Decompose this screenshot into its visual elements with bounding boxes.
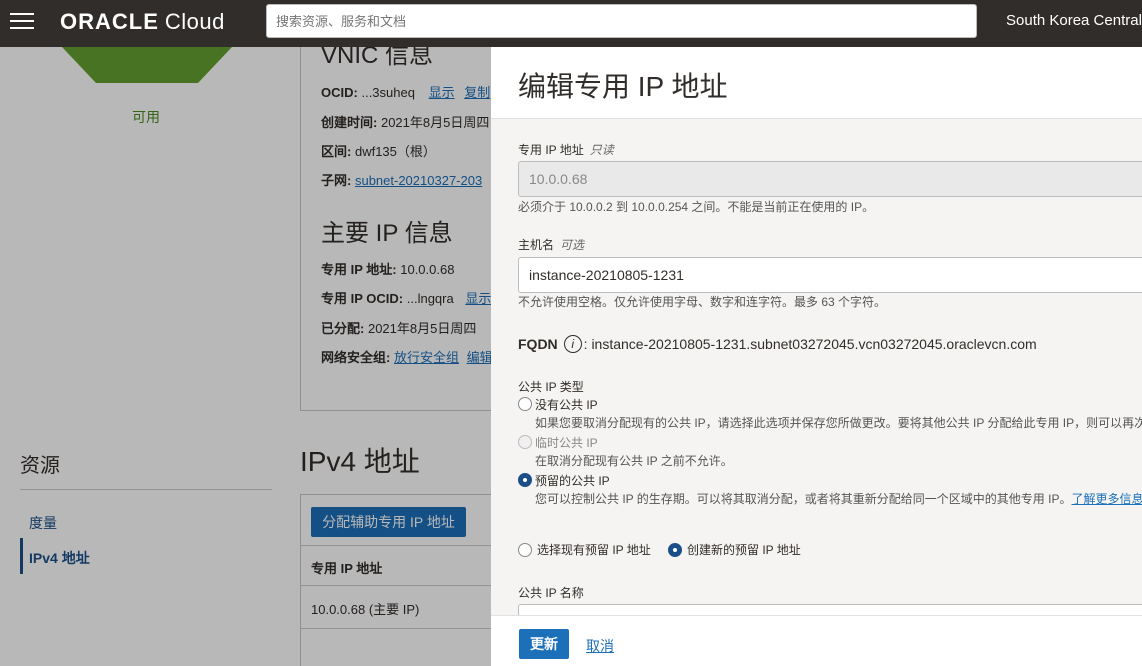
hostname-label-text: 主机名 (518, 238, 555, 252)
modal-overlay[interactable] (0, 47, 491, 666)
hostname-hint: 不允许使用空格。仅允许使用字母、数字和连字符。最多 63 个字符。 (518, 295, 887, 309)
hostname-input[interactable] (518, 257, 1142, 293)
cancel-link[interactable]: 取消 (586, 636, 614, 656)
radio-ephemeral-public-ip[interactable]: 临时公共 IP 在取消分配现有公共 IP 之前不允许。 (518, 434, 733, 469)
radio-reserved-desc: 您可以控制公共 IP 的生存期。可以将其取消分配，或者将其重新分配给同一个区域中… (535, 490, 1142, 507)
radio-button[interactable] (518, 435, 532, 449)
menu-icon[interactable] (10, 13, 34, 31)
fqdn-value: : instance-20210805-1231.subnet03272045.… (583, 336, 1037, 352)
radio-reserved-label: 预留的公共 IP (535, 474, 610, 488)
radio-ephemeral-label: 临时公共 IP (535, 436, 598, 450)
radio-reserved-desc-text: 您可以控制公共 IP 的生存期。可以将其取消分配，或者将其重新分配给同一个区域中… (535, 492, 1072, 506)
private-ip-field-label: 专用 IP 地址 只读 (518, 141, 614, 158)
update-button[interactable]: 更新 (519, 629, 569, 659)
hostname-field-label: 主机名 可选 (518, 236, 584, 253)
edit-private-ip-panel: 编辑专用 IP 地址 专用 IP 地址只读 必须介于 10.0.0.2 到 10… (491, 47, 1142, 666)
radio-existing-label: 选择现有预留 IP 地址 (537, 543, 651, 557)
public-ip-name-label: 公共 IP 名称 (518, 586, 584, 600)
radio-reserved-public-ip[interactable]: 预留的公共 IP 您可以控制公共 IP 的生存期。可以将其取消分配，或者将其重新… (518, 472, 1142, 507)
radio-button-selected[interactable] (668, 542, 682, 557)
radio-no-public-ip-label: 没有公共 IP (535, 398, 598, 412)
fqdn-row: FQDN i : instance-20210805-1231.subnet03… (518, 335, 1037, 353)
radio-button-selected[interactable] (518, 473, 532, 487)
panel-title: 编辑专用 IP 地址 (518, 71, 728, 102)
oracle-cloud-logo[interactable]: ORACLE Cloud (60, 9, 225, 35)
radio-ephemeral-desc: 在取消分配现有公共 IP 之前不允许。 (535, 454, 733, 468)
radio-no-public-ip-desc: 如果您要取消分配现有的公共 IP，请选择此选项并保存您所做更改。要将其他公共 I… (535, 416, 1142, 430)
search-input[interactable] (266, 4, 977, 38)
radio-button[interactable] (518, 542, 532, 557)
region-selector[interactable]: South Korea Central (1006, 12, 1142, 29)
logo-product: Cloud (164, 9, 225, 34)
fqdn-label: FQDN (518, 336, 558, 352)
public-ip-name-input[interactable] (518, 604, 1142, 615)
radio-no-public-ip[interactable]: 没有公共 IP 如果您要取消分配现有的公共 IP，请选择此选项并保存您所做更改。… (518, 396, 1142, 431)
panel-body[interactable]: 专用 IP 地址只读 必须介于 10.0.0.2 到 10.0.0.254 之间… (491, 119, 1142, 615)
learn-more-link[interactable]: 了解更多信息 (1071, 492, 1142, 506)
info-icon[interactable]: i (563, 335, 582, 353)
optional-tag: 可选 (560, 238, 585, 252)
private-ip-label-text: 专用 IP 地址 (518, 143, 584, 157)
radio-existing-reserved-ip[interactable]: 选择现有预留 IP 地址 (518, 541, 651, 558)
radio-new-label: 创建新的预留 IP 地址 (687, 543, 801, 557)
readonly-tag: 只读 (589, 143, 614, 157)
logo-brand: ORACLE (60, 9, 159, 34)
private-ip-input[interactable] (518, 161, 1142, 197)
panel-footer: 更新 取消 (491, 615, 1142, 666)
top-header: ORACLECloud South Korea Central (0, 0, 1142, 47)
private-ip-hint: 必须介于 10.0.0.2 到 10.0.0.254 之间。不能是当前正在使用的… (518, 200, 875, 214)
public-ip-type-label: 公共 IP 类型 (518, 380, 584, 394)
radio-button[interactable] (518, 397, 532, 411)
radio-new-reserved-ip[interactable]: 创建新的预留 IP 地址 (668, 541, 801, 558)
